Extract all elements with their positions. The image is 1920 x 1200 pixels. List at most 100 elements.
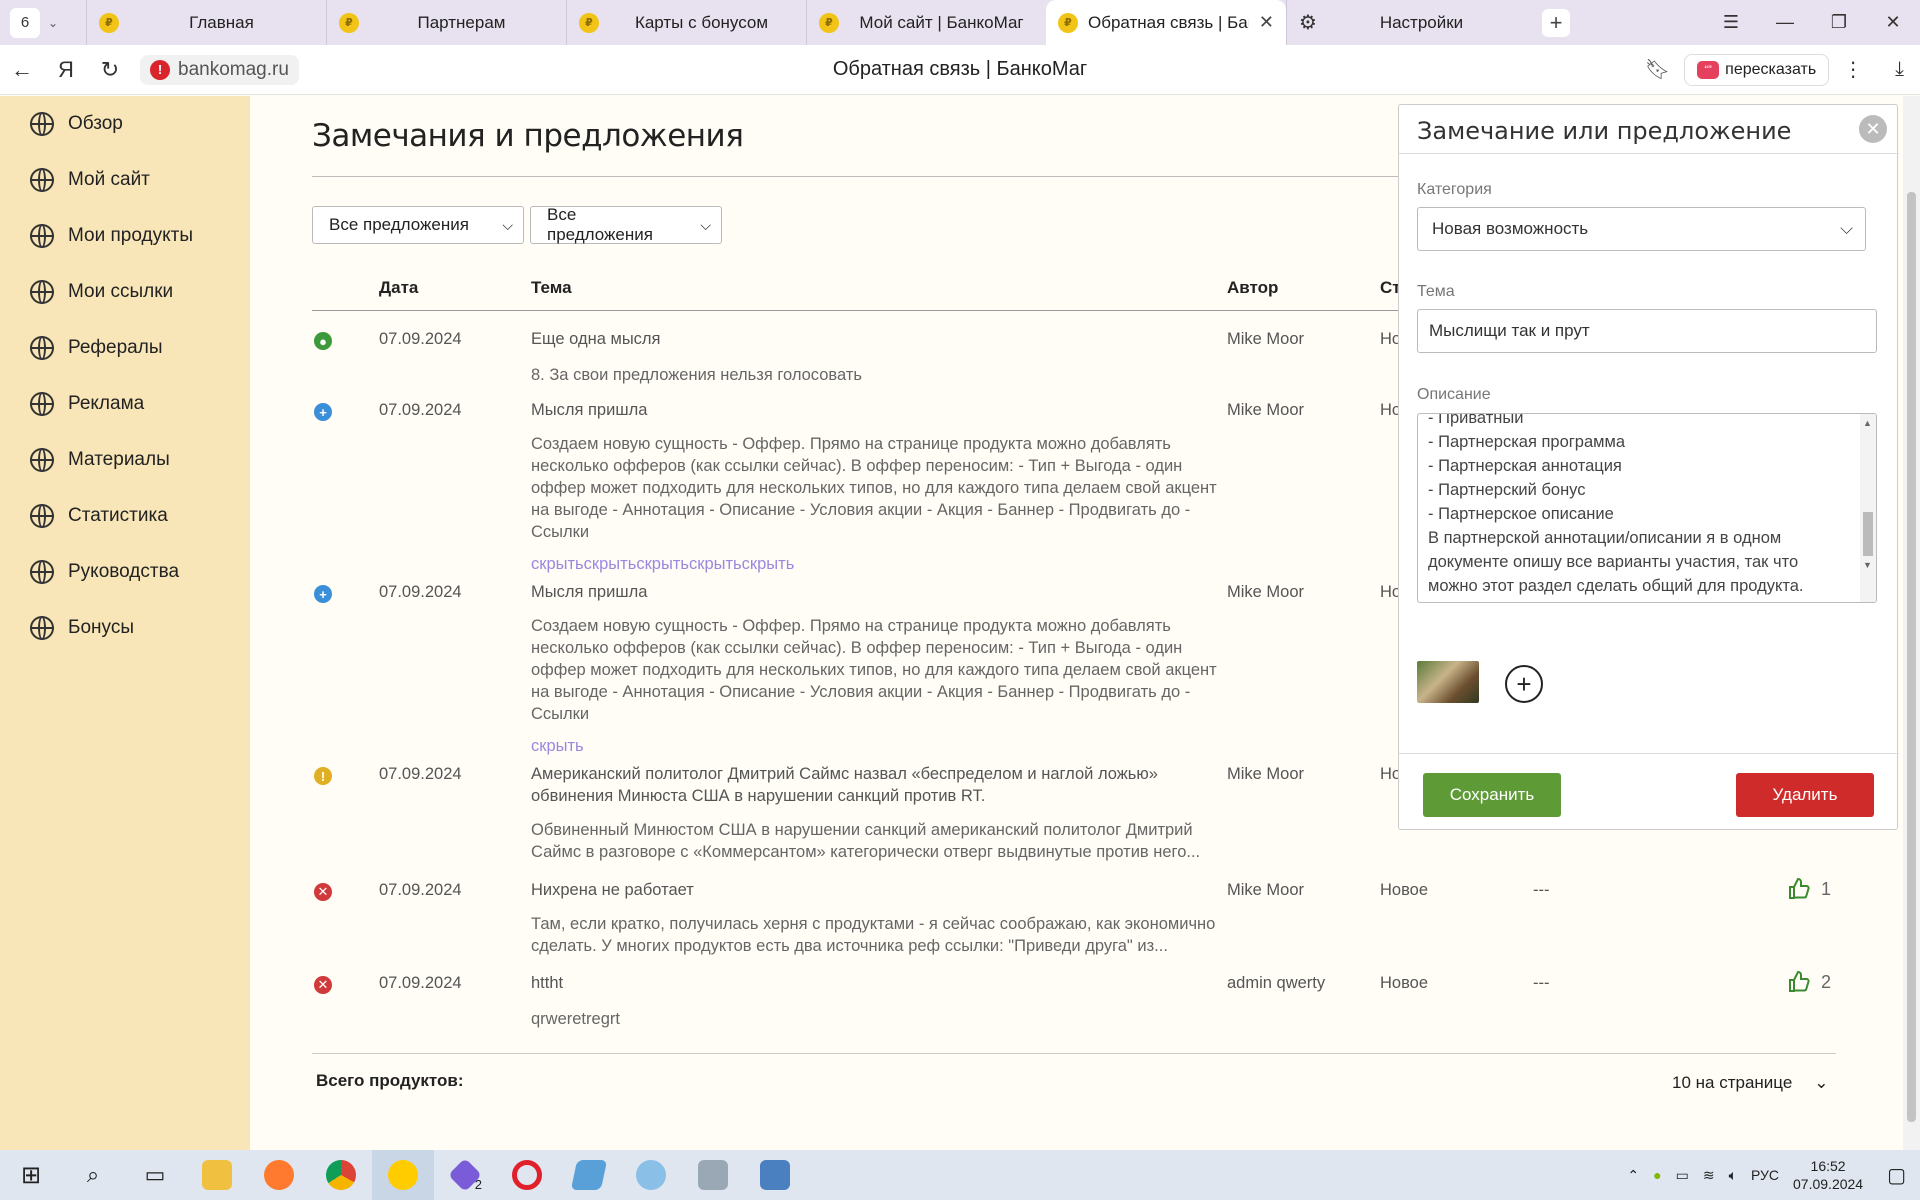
volume-icon[interactable]: 🔈︎ [1729, 1167, 1737, 1184]
wifi-icon[interactable]: ≋ [1703, 1167, 1715, 1184]
textarea-scrollbar[interactable]: ▲ ▼ [1860, 414, 1876, 602]
more-menu-icon[interactable]: ⋮ [1843, 57, 1863, 82]
back-icon[interactable]: ← [0, 57, 44, 83]
row-description: Создаем новую сущность - Оффер. Прямо на… [531, 617, 1217, 723]
tab-settings[interactable]: ⚙ Настройки [1286, 0, 1526, 45]
notes-app-icon[interactable] [558, 1150, 620, 1200]
language-indicator[interactable]: РУС [1751, 1167, 1779, 1183]
column-date[interactable]: Дата [379, 278, 418, 298]
calculator-icon[interactable] [682, 1150, 744, 1200]
system-tray: ⌃ ● ▭ ≋ 🔈︎ РУС 16:52 07.09.2024 ▢ [1627, 1157, 1920, 1193]
firefox-icon[interactable] [248, 1150, 310, 1200]
retell-button[interactable]: “” пересказать [1684, 53, 1830, 86]
windows-start-icon[interactable]: ⊞ [0, 1150, 62, 1200]
task-view-icon[interactable]: ▭ [124, 1150, 186, 1200]
row-theme[interactable]: httht [531, 974, 1231, 993]
save-button[interactable]: Сохранить [1423, 773, 1561, 817]
per-page-select[interactable]: 10 на странице ⌄ [1672, 1073, 1829, 1093]
tab-bonus-cards[interactable]: ₽ Карты с бонусом [566, 0, 806, 45]
page-scrollbar[interactable] [1903, 96, 1920, 1150]
close-tab-icon[interactable]: ✕ [1259, 12, 1274, 33]
sidebar-item-referrals[interactable]: Рефералы [0, 320, 250, 376]
new-tab-button[interactable]: + [1526, 0, 1586, 45]
chevron-down-icon: ⌵ [1840, 219, 1853, 238]
row-theme[interactable]: Мысля пришла [531, 401, 1231, 420]
tab-partners[interactable]: ₽ Партнерам [326, 0, 566, 45]
add-attachment-button[interactable]: + [1505, 665, 1543, 703]
like-button[interactable]: 1 [1787, 877, 1831, 901]
sidebar-item-guides[interactable]: Руководства [0, 544, 250, 600]
bookmark-icon[interactable]: 🔖︎ [1645, 57, 1670, 82]
hide-link[interactable]: скрытьскрытьскрытьскрытьскрыть [531, 555, 794, 574]
column-theme[interactable]: Тема [531, 278, 572, 298]
chevron-up-icon[interactable]: ⌃ [1627, 1167, 1639, 1184]
row-date: 07.09.2024 [379, 765, 462, 783]
tab-count[interactable]: 6 [10, 7, 40, 38]
yandex-browser-icon[interactable] [372, 1150, 434, 1200]
delete-button[interactable]: Удалить [1736, 773, 1874, 817]
row-description: Обвиненный Минюстом США в нарушении санк… [531, 821, 1201, 861]
thumbs-up-icon [1789, 877, 1810, 899]
row-theme[interactable]: Еще одна мысля [531, 330, 1231, 349]
dialog-title: Замечание или предложение [1417, 117, 1792, 145]
url-field[interactable]: ! bankomag.ru [140, 54, 299, 85]
close-window-icon[interactable]: ✕ [1866, 12, 1920, 33]
clock[interactable]: 16:52 07.09.2024 [1793, 1157, 1863, 1193]
clock-time: 16:52 [1810, 1158, 1846, 1174]
sidebar-item-overview[interactable]: Обзор [0, 96, 250, 152]
filter-select-1[interactable]: Все предложения ⌵ [312, 206, 524, 244]
row-description: 8. За свои предложения нельзя голосовать [531, 366, 862, 384]
tray-app-icon[interactable]: ● [1653, 1167, 1661, 1183]
app-icon[interactable]: 2 [434, 1150, 496, 1200]
error-status-icon: ✕ [314, 883, 332, 901]
scrollbar-thumb[interactable] [1907, 192, 1916, 1122]
battery-icon[interactable]: ▭ [1676, 1167, 1689, 1184]
reload-icon[interactable]: ↻ [88, 57, 132, 83]
warning-icon[interactable]: ! [150, 59, 170, 80]
like-button[interactable]: 2 [1787, 970, 1831, 994]
sidebar-item-bonuses[interactable]: Бонусы [0, 600, 250, 656]
opera-icon[interactable] [496, 1150, 558, 1200]
minimize-icon[interactable]: — [1758, 12, 1812, 33]
tab-counter[interactable]: 6 ⌄ [0, 0, 86, 45]
sidebar-item-statistics[interactable]: Статистика [0, 488, 250, 544]
restore-icon[interactable]: ❐ [1812, 12, 1866, 33]
scroll-up-icon[interactable]: ▲ [1863, 418, 1872, 428]
chevron-down-icon[interactable]: ⌄ [48, 16, 58, 30]
sidebar-item-materials[interactable]: Материалы [0, 432, 250, 488]
chevron-down-icon: ⌄ [1814, 1073, 1829, 1092]
sidebar-item-ads[interactable]: Реклама [0, 376, 250, 432]
sidebar-item-my-site[interactable]: Мой сайт [0, 152, 250, 208]
description-textarea[interactable]: - Приватный - Партнерская программа - Па… [1417, 413, 1877, 603]
paint-icon[interactable] [620, 1150, 682, 1200]
row-theme[interactable]: Нихрена не работает [531, 881, 1231, 900]
file-explorer-icon[interactable] [186, 1150, 248, 1200]
close-icon[interactable]: ✕ [1859, 115, 1887, 143]
link-icon [30, 280, 54, 304]
retell-label: пересказать [1725, 60, 1817, 78]
sidebar: Обзор Мой сайт Мои продукты Мои ссылки Р… [0, 96, 250, 1150]
download-icon[interactable]: ⤓ [1895, 58, 1904, 81]
sidebar-item-my-products[interactable]: Мои продукты [0, 208, 250, 264]
row-theme[interactable]: Американский политолог Дмитрий Саймс наз… [531, 763, 1231, 807]
tab-home[interactable]: ₽ Главная [86, 0, 326, 45]
filter-select-2[interactable]: Все предложения ⌵ [530, 205, 722, 244]
tab-my-site[interactable]: ₽ Мой сайт | БанкоМаг [806, 0, 1046, 45]
scrollbar-thumb[interactable] [1863, 512, 1873, 556]
chrome-icon[interactable] [310, 1150, 372, 1200]
tab-feedback[interactable]: ₽ Обратная связь | Банко ✕ [1046, 0, 1286, 45]
search-icon[interactable]: ⌕ [62, 1150, 124, 1200]
window-app-icon[interactable] [744, 1150, 806, 1200]
column-author[interactable]: Автор [1227, 278, 1278, 298]
address-bar: Обратная связь | БанкоМаг ← Я ↻ ! bankom… [0, 45, 1920, 95]
yandex-icon[interactable]: Я [44, 57, 88, 83]
scroll-down-icon[interactable]: ▼ [1863, 560, 1872, 570]
sidebar-item-my-links[interactable]: Мои ссылки [0, 264, 250, 320]
attachment-thumbnail[interactable] [1417, 661, 1479, 703]
tabs-menu-icon[interactable]: ☰ [1704, 12, 1758, 33]
row-theme[interactable]: Мысля пришла [531, 583, 1231, 602]
theme-input[interactable]: Мыслищи так и прут [1417, 309, 1877, 353]
notifications-icon[interactable]: ▢ [1887, 1163, 1906, 1188]
category-select[interactable]: Новая возможность ⌵ [1417, 207, 1866, 251]
hide-link[interactable]: скрыть [531, 737, 584, 756]
